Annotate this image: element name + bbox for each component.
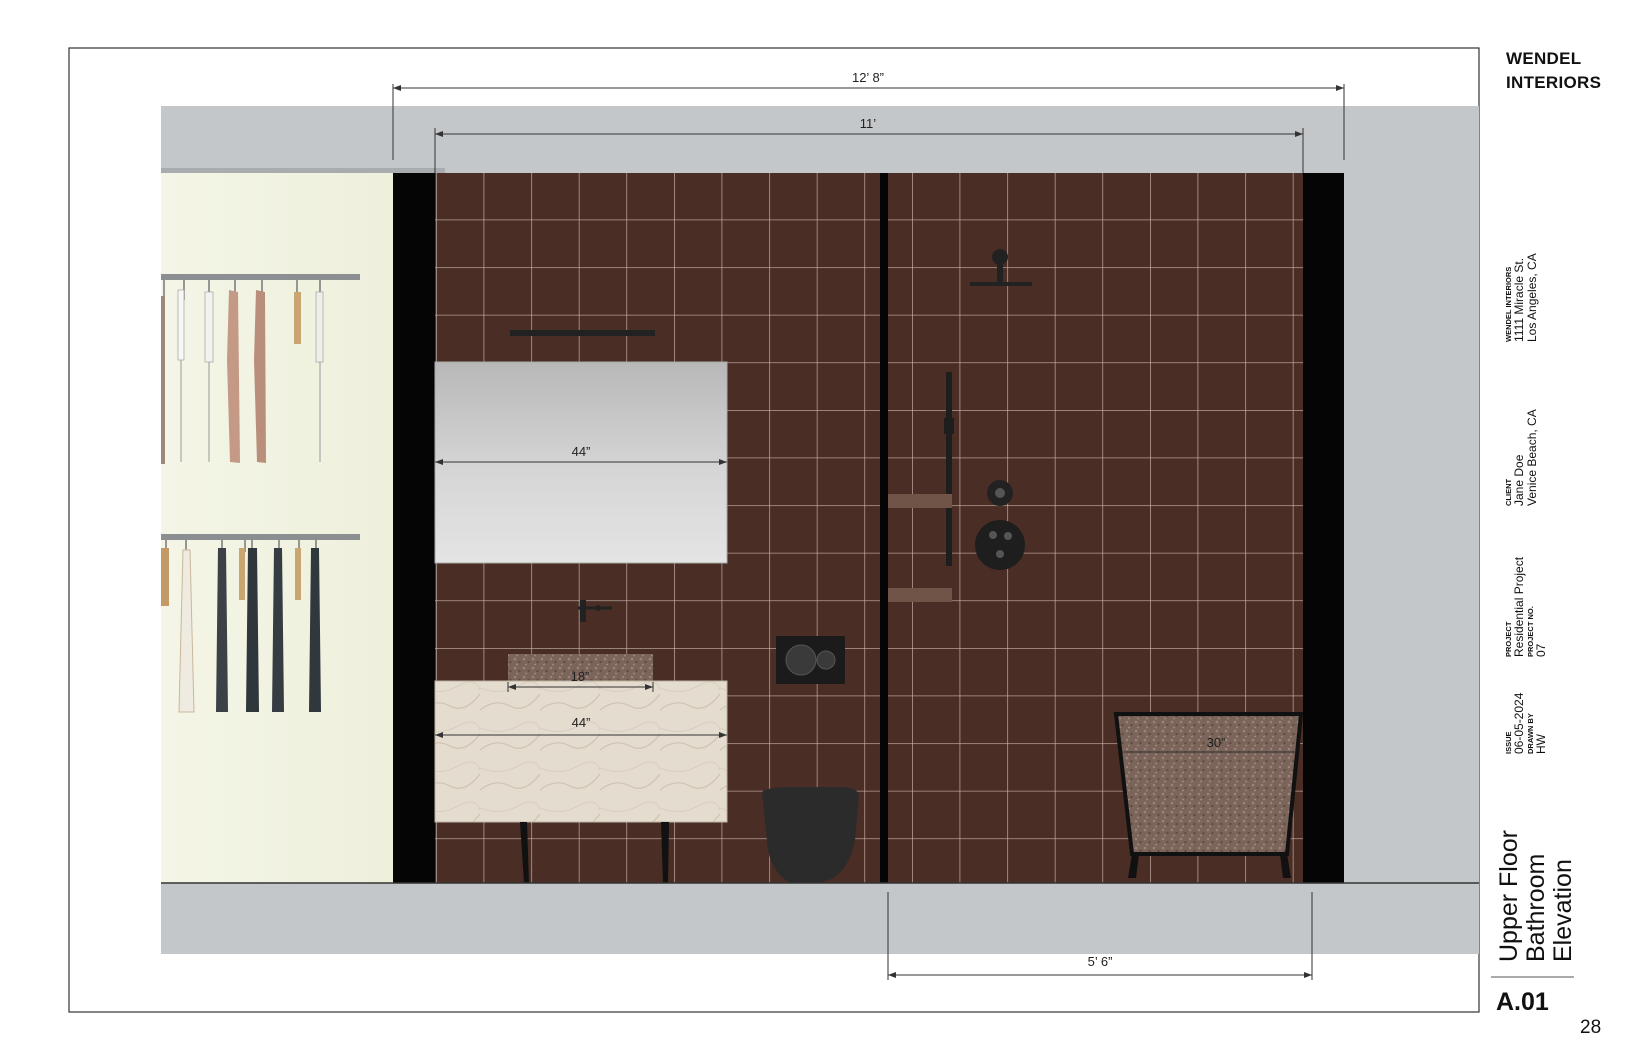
page-number: 28 (1580, 1017, 1602, 1038)
dim-mirror-width: 44” (572, 444, 591, 459)
project-no-label: PROJECT NO. (1526, 606, 1535, 657)
sheet-title-line-2: Bathroom (1522, 853, 1550, 962)
project-no: 07 (1534, 643, 1548, 657)
client-location: Venice Beach, CA (1525, 409, 1539, 506)
left-wall-section (393, 173, 435, 883)
ceiling-strip (161, 168, 445, 173)
shower-niche-lower (888, 588, 952, 602)
sheet-title-line-3: Elevation (1549, 859, 1577, 962)
sheet-title-line-1: Upper Floor (1495, 830, 1523, 962)
elevation-drawing: 12’ 8” 11’ 44” 18” 44” 30” 5’ 6” (68, 47, 1574, 1013)
dim-overall-width: 12’ 8” (852, 70, 884, 85)
project-name: Residential Project (1512, 556, 1526, 657)
shower-glass-partition (880, 173, 888, 883)
issue-info: ISSUE 06-05-2024 DRAWN BY HW (1504, 693, 1548, 754)
right-wall-section (1303, 173, 1344, 883)
firm-city: Los Angeles, CA (1525, 253, 1539, 342)
dim-tub-width: 30” (1207, 735, 1226, 750)
drawn-by: HW (1534, 734, 1548, 754)
project-info: PROJECT Residential Project PROJECT NO. … (1504, 557, 1548, 657)
brand-line-1: WENDEL (1506, 49, 1582, 68)
dim-shower-width: 5’ 6” (1088, 954, 1113, 969)
vanity-cabinet (434, 680, 728, 823)
vanity-light (510, 330, 655, 336)
sheet-title: Upper Floor Bathroom Elevation (1495, 830, 1577, 962)
toilet-flush-plate (776, 636, 845, 684)
shower-niche-upper (888, 494, 952, 508)
dim-interior-width: 11’ (860, 116, 876, 131)
brand-logo: WENDEL INTERIORS (1506, 47, 1601, 95)
dim-sink-width: 18” (571, 669, 590, 684)
issue-date: 06-05-2024 (1512, 692, 1526, 754)
brand-line-2: INTERIORS (1506, 73, 1602, 92)
firm-info: WENDEL INTERIORS 1111 Miracle St. Los An… (1504, 253, 1539, 342)
floor-band (161, 883, 1479, 954)
sheet-number: A.01 (1496, 988, 1549, 1016)
client-info: CLIENT Jane Doe Venice Beach, CA (1504, 409, 1539, 506)
dim-vanity-width: 44” (572, 715, 591, 730)
